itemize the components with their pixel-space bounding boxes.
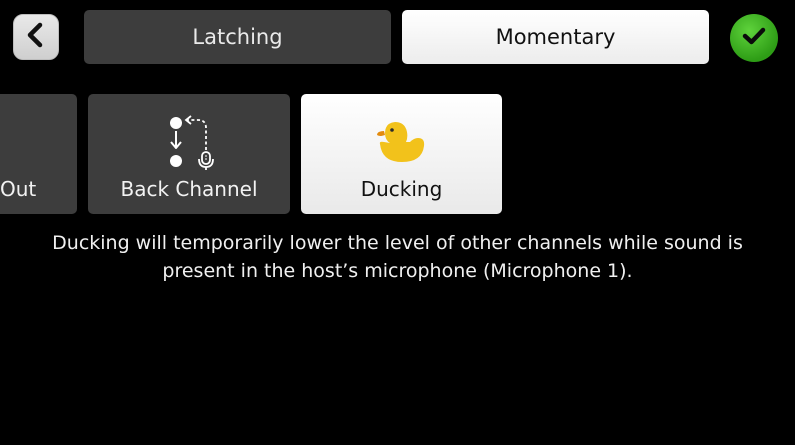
back-button[interactable] [13, 14, 59, 60]
duck-icon [376, 120, 428, 168]
checkmark-icon [741, 25, 767, 51]
function-tile-out[interactable]: Out [0, 94, 77, 214]
momentary-label: Momentary [495, 25, 616, 49]
confirm-button[interactable] [730, 14, 778, 62]
description-line-2: present in the host’s microphone (Microp… [162, 260, 633, 282]
back-channel-icon [164, 114, 214, 174]
chevron-left-icon [25, 22, 47, 52]
function-tile-ducking[interactable]: Ducking [301, 94, 502, 214]
back-channel-label: Back Channel [120, 177, 258, 201]
ducking-label: Ducking [360, 177, 443, 201]
latching-mode-button[interactable]: Latching [84, 10, 391, 64]
out-label: Out [0, 177, 37, 201]
ducking-settings-screen: Latching Momentary Out Back Channel Duck… [0, 0, 795, 445]
momentary-mode-button[interactable]: Momentary [402, 10, 709, 64]
function-description: Ducking will temporarily lower the level… [0, 229, 795, 285]
latching-label: Latching [192, 25, 283, 49]
description-line-1: Ducking will temporarily lower the level… [52, 232, 743, 254]
function-tile-back-channel[interactable]: Back Channel [88, 94, 290, 214]
